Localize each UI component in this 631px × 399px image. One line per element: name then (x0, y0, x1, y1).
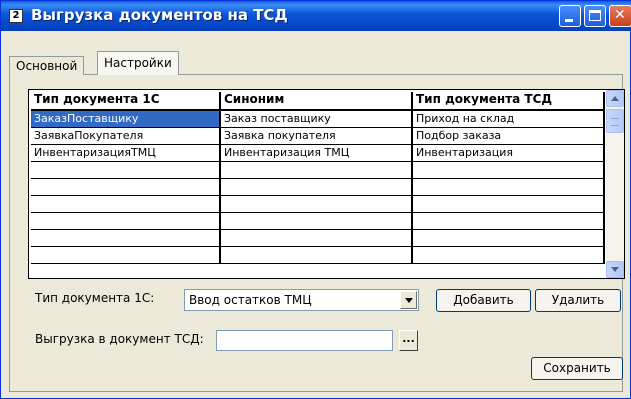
table-cell[interactable] (221, 247, 413, 264)
table-cell[interactable] (31, 196, 221, 213)
window-title: Выгрузка документов на ТСД (31, 6, 288, 24)
table-cell[interactable] (221, 230, 413, 247)
scroll-thumb[interactable] (606, 109, 624, 133)
table-cell[interactable]: ЗаявкаПокупателя (31, 128, 221, 145)
main-window: 2 Выгрузка документов на ТСД Основной На… (0, 0, 631, 399)
close-button[interactable] (609, 5, 631, 27)
table-cell[interactable] (31, 162, 221, 179)
table-cell[interactable] (31, 179, 221, 196)
export-target-label: Выгрузка в документ ТСД: (35, 332, 204, 346)
column-header[interactable]: Синоним (221, 92, 413, 111)
table-cell[interactable] (31, 230, 221, 247)
table-cell[interactable]: ИнвентаризацияТМЦ (31, 145, 221, 162)
table-cell[interactable] (413, 162, 605, 179)
table-cell[interactable] (413, 230, 605, 247)
doc-type-value: Ввод остатков ТМЦ (189, 293, 312, 307)
table-cell[interactable]: ЗаказПоставщику (31, 111, 221, 128)
chevron-down-icon[interactable] (400, 291, 417, 309)
browse-button[interactable]: ... (399, 330, 418, 351)
maximize-button[interactable] (584, 5, 606, 27)
doc-type-select[interactable]: Ввод остатков ТМЦ (184, 289, 419, 311)
add-button[interactable]: Добавить (436, 289, 531, 312)
scroll-down-icon[interactable] (606, 261, 624, 278)
table-cell[interactable] (31, 247, 221, 264)
table-cell[interactable] (413, 196, 605, 213)
scroll-up-icon[interactable] (606, 90, 624, 107)
column-header[interactable]: Тип документа ТСД (413, 92, 605, 111)
save-button[interactable]: Сохранить (531, 357, 623, 380)
doc-type-label: Тип документа 1С: (35, 291, 155, 305)
table-cell[interactable]: Приход на склад (413, 111, 605, 128)
tab-settings[interactable]: Настройки (97, 51, 179, 75)
table-cell[interactable]: Инвентаризация (413, 145, 605, 162)
table-cell[interactable] (221, 179, 413, 196)
table-cell[interactable]: Заказ поставщику (221, 111, 413, 128)
delete-button[interactable]: Удалить (535, 289, 621, 312)
table-cell[interactable]: Заявка покупателя (221, 128, 413, 145)
table-cell[interactable] (221, 196, 413, 213)
export-target-input[interactable] (216, 330, 393, 351)
table-cell[interactable]: Подбор заказа (413, 128, 605, 145)
table-cell[interactable] (221, 213, 413, 230)
column-header[interactable]: Тип документа 1С (31, 92, 221, 111)
document-types-table[interactable]: Тип документа 1С Синоним Тип документа ТСД… (28, 89, 625, 279)
vertical-scrollbar[interactable] (606, 90, 624, 278)
minimize-button[interactable] (559, 5, 581, 27)
table-cell[interactable] (413, 247, 605, 264)
table-cell[interactable] (413, 179, 605, 196)
title-bar[interactable]: 2 Выгрузка документов на ТСД (1, 1, 631, 31)
tab-main[interactable]: Основной (9, 56, 85, 75)
app-icon: 2 (9, 9, 23, 23)
table-cell[interactable] (31, 213, 221, 230)
table-cell[interactable] (221, 162, 413, 179)
table-cell[interactable]: Инвентаризация ТМЦ (221, 145, 413, 162)
table-cell[interactable] (413, 213, 605, 230)
